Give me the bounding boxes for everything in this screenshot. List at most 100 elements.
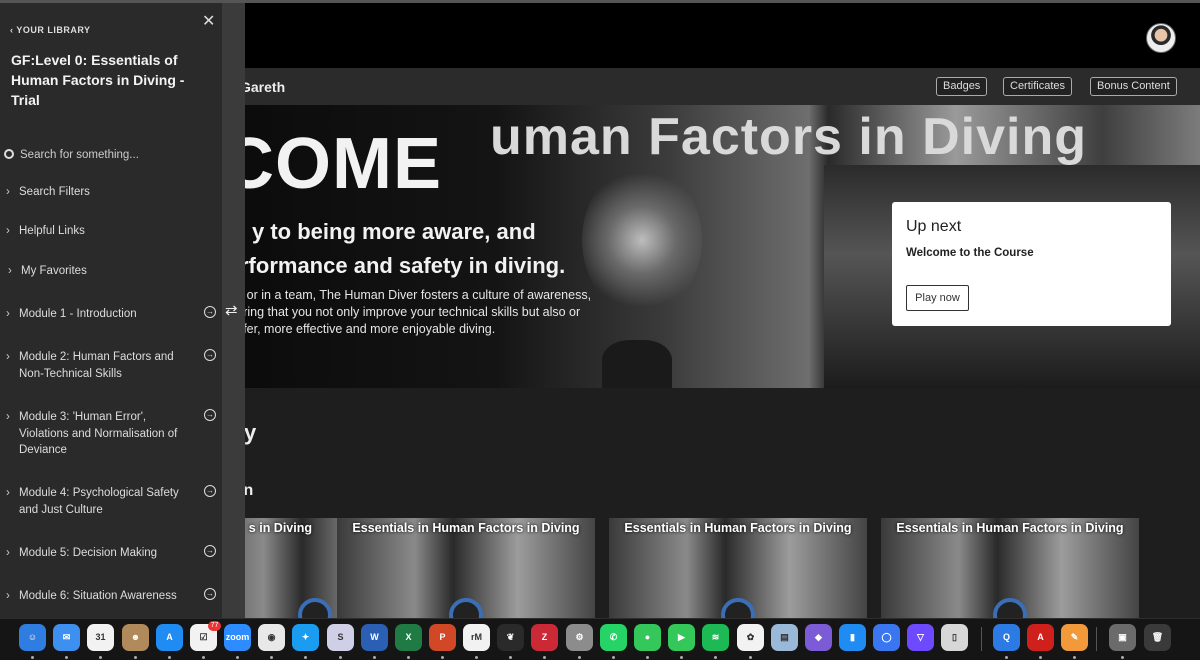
bonus-content-button[interactable]: Bonus Content (1090, 77, 1177, 96)
excel-icon[interactable]: X (395, 624, 422, 651)
photos-icon[interactable]: ✿ (737, 624, 764, 651)
sidebar-item-label: My Favorites (21, 265, 87, 277)
running-indicator (441, 656, 444, 659)
badges-button[interactable]: Badges (936, 77, 988, 96)
running-indicator (270, 656, 273, 659)
course-title: GF:Level 0: Essentials of Human Factors … (11, 52, 185, 108)
sidebar-item-label: Module 2: Human Factors and Non-Technica… (19, 351, 174, 380)
course-badge-icon (721, 598, 755, 620)
preview-icon[interactable]: ▤ (771, 624, 798, 651)
running-indicator (714, 656, 717, 659)
evernote-icon[interactable]: ❦ (497, 624, 524, 651)
sidebar-search[interactable]: Search for something... (4, 149, 139, 161)
pages-icon[interactable]: ✎ (1061, 624, 1088, 651)
running-indicator (1005, 656, 1008, 659)
pdf-app-icon[interactable]: ▯ (941, 624, 968, 651)
back-to-library-link[interactable]: ‹ YOUR LIBRARY (10, 25, 91, 35)
sidebar-item-module-5[interactable]: › Module 5: Decision Making → (6, 545, 216, 562)
close-icon[interactable]: ✕ (202, 11, 215, 31)
arrow-circle-icon[interactable]: → (204, 588, 216, 600)
search-input[interactable]: Search for something... (20, 149, 139, 161)
whatsapp-icon[interactable]: ✆ (600, 624, 627, 651)
hero-tagline-line-2: rformance and safety in diving. (240, 253, 566, 278)
chevron-right-icon: › (8, 265, 12, 277)
trash-icon[interactable]: 🗑 (1144, 624, 1171, 651)
sidebar-item-module-3[interactable]: › Module 3: 'Human Error', Violations and… (6, 409, 216, 459)
course-badge-icon (298, 598, 332, 620)
word-icon[interactable]: W (361, 624, 388, 651)
course-card[interactable]: Essentials in Human Factors in Diving (337, 518, 595, 620)
chevron-right-icon: › (6, 411, 10, 423)
zoom-icon[interactable]: zoom (224, 624, 251, 651)
spotify-icon[interactable]: ≋ (702, 624, 729, 651)
quicktime-icon[interactable]: Q (993, 624, 1020, 651)
signal-icon[interactable]: ◯ (873, 624, 900, 651)
chevron-right-icon: › (6, 351, 10, 363)
running-indicator (543, 656, 546, 659)
powerpoint-icon[interactable]: P (429, 624, 456, 651)
up-next-heading: Up next (906, 218, 962, 235)
chevron-right-icon: › (6, 225, 10, 237)
user-avatar[interactable] (1146, 23, 1176, 53)
hero-welcome-heading: COME (222, 124, 442, 204)
running-indicator (578, 656, 581, 659)
sidebar-resize-handle[interactable]: ⇄ (222, 3, 245, 618)
user-greeting: Gareth (240, 79, 286, 95)
up-next-lesson-title: Welcome to the Course (906, 247, 1034, 259)
app-store-icon[interactable]: A (156, 624, 183, 651)
zotero-icon[interactable]: Z (531, 624, 558, 651)
dock-separator (1096, 627, 1097, 651)
chevron-right-icon: › (6, 547, 10, 559)
running-indicator (1039, 656, 1042, 659)
course-badge-icon (993, 598, 1027, 620)
proton-vpn-icon[interactable]: ▽ (907, 624, 934, 651)
system-settings-icon[interactable]: ⚙ (566, 624, 593, 651)
sidebar-item-search-filters[interactable]: › Search Filters (6, 184, 216, 201)
books-icon[interactable]: ▮ (839, 624, 866, 651)
running-indicator (134, 656, 137, 659)
course-card[interactable]: Essentials in Human Factors in Diving (609, 518, 867, 620)
sidebar-item-module-2[interactable]: › Module 2: Human Factors and Non-Technic… (6, 349, 216, 382)
contacts-icon[interactable]: ☻ (122, 624, 149, 651)
remnote-icon[interactable]: rM (463, 624, 490, 651)
running-indicator (202, 656, 205, 659)
obsidian-icon[interactable]: ◆ (805, 624, 832, 651)
sidebar-item-my-favorites[interactable]: › My Favorites (8, 263, 218, 280)
scrivener-icon[interactable]: S (327, 624, 354, 651)
sidebar-item-label: Module 5: Decision Making (19, 547, 158, 559)
browser-viewport: Gareth Badges Certificates Bonus Content… (0, 0, 1200, 660)
swap-arrows-icon[interactable]: ⇄ (225, 301, 238, 319)
finder-icon[interactable]: ☺ (19, 624, 46, 651)
running-indicator (749, 656, 752, 659)
course-badge-icon (449, 598, 483, 620)
arrow-circle-icon[interactable]: → (204, 349, 216, 361)
messages-icon[interactable]: ● (634, 624, 661, 651)
chevron-right-icon: › (6, 308, 10, 320)
running-indicator (65, 656, 68, 659)
sidebar-item-module-4[interactable]: › Module 4: Psychological Safety and Just… (6, 485, 216, 518)
chrome-icon[interactable]: ◉ (258, 624, 285, 651)
mail-icon[interactable]: ✉ (53, 624, 80, 651)
sidebar-item-label: Search Filters (19, 186, 90, 198)
acrobat-icon[interactable]: A (1027, 624, 1054, 651)
image-capture-icon[interactable]: ▣ (1109, 624, 1136, 651)
arrow-circle-icon[interactable]: → (204, 545, 216, 557)
sidebar-item-module-6[interactable]: › Module 6: Situation Awareness → (6, 588, 216, 605)
play-now-button[interactable]: Play now (906, 285, 969, 311)
arrow-circle-icon[interactable]: → (204, 306, 216, 318)
course-card-title: Essentials in Human Factors in Diving (624, 521, 852, 535)
certificates-button[interactable]: Certificates (1003, 77, 1073, 96)
arrow-circle-icon[interactable]: → (204, 409, 216, 421)
sidebar-item-helpful-links[interactable]: › Helpful Links (6, 223, 216, 240)
up-next-card: Up next Welcome to the Course Play now (892, 202, 1171, 326)
sidebar-item-module-1[interactable]: › Module 1 - Introduction → (6, 306, 216, 323)
back-label: YOUR LIBRARY (16, 25, 91, 35)
facetime-icon[interactable]: ▶ (668, 624, 695, 651)
safari-icon[interactable]: ✦ (292, 624, 319, 651)
calendar-icon[interactable]: 31 (87, 624, 114, 651)
running-indicator (509, 656, 512, 659)
course-card[interactable]: Essentials in Human Factors in Diving (881, 518, 1139, 620)
hero-background-title: uman Factors in Diving (490, 108, 1087, 166)
course-sidebar: ‹ YOUR LIBRARY ✕ GF:Level 0: Essentials … (0, 3, 222, 618)
arrow-circle-icon[interactable]: → (204, 485, 216, 497)
